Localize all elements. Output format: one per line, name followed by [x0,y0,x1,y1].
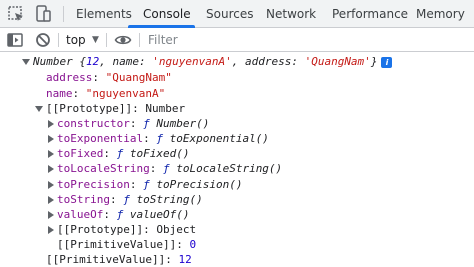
expand-triangle-icon[interactable] [48,135,54,143]
property-value: "QuangNam" [105,71,172,84]
summary-prefix: Number { [33,55,86,68]
expand-triangle-icon[interactable] [48,211,54,219]
toolbar-separator [106,33,107,47]
expand-triangle-icon[interactable] [48,181,54,189]
method-row[interactable]: valueOf: ƒ valueOf() [57,207,189,222]
function-glyph: ƒ [162,162,170,175]
summary-sep: , [99,55,113,68]
expand-triangle-icon[interactable] [48,196,54,204]
tab-memory[interactable]: Memory [416,0,465,28]
summary-colon: : [291,55,305,68]
chevron-down-icon[interactable]: ▼ [92,28,99,52]
eye-icon[interactable] [114,31,132,49]
expand-triangle-icon[interactable] [48,165,54,173]
toolbar-separator [139,33,140,47]
method-signature: toLocaleString() [176,162,283,175]
summary-key: address [244,55,292,68]
expand-triangle-icon[interactable] [48,150,54,158]
method-key: toExponential [57,132,144,145]
primitive-value: 12 [178,253,192,266]
filter-input[interactable]: Filter [148,30,348,50]
summary-colon: : [138,55,153,68]
summary-key: name [112,55,139,68]
context-selector[interactable]: top [66,28,86,52]
console-toolbar: top ▼ Filter [0,28,474,52]
method-signature: toFixed() [129,147,190,160]
summary-suffix: } [370,55,378,68]
primitive-value-row: [[PrimitiveValue]]: 0 [57,238,197,251]
expand-triangle-icon[interactable] [35,106,43,112]
sidebar-toggle-icon[interactable] [6,31,24,49]
method-row[interactable]: toExponential: ƒ toExponential() [57,131,269,146]
device-toolbar-icon[interactable] [33,4,53,24]
primitive-label: [[PrimitiveValue]] [57,238,177,251]
method-key: toLocaleString [57,162,150,175]
summary-string: 'QuangNam' [304,55,371,68]
method-key: toPrecision [57,178,130,191]
summary-string: 'nguyenvanA' [152,55,232,68]
tab-network[interactable]: Network [266,0,316,28]
prototype-row[interactable]: [[Prototype]]: Number [46,101,185,116]
property-row: address: "QuangNam" [46,71,172,84]
method-signature: valueOf() [129,208,190,221]
devtools-tab-bar: Elements Console Sources Network Perform… [0,0,474,28]
tab-sources[interactable]: Sources [206,0,253,28]
method-key: valueOf [57,208,104,221]
function-glyph: ƒ [143,178,150,191]
method-signature: toExponential() [169,132,269,145]
tab-elements[interactable]: Elements [76,0,132,28]
method-row[interactable]: constructor: ƒ Number() [57,116,209,131]
method-row[interactable]: toString: ƒ toString() [57,192,203,207]
expand-triangle-icon[interactable] [48,226,54,234]
prototype-value: Object [156,223,197,236]
function-glyph: ƒ [143,117,150,130]
function-glyph: ƒ [123,193,130,206]
property-row: name: "nguyenvanA" [46,87,166,100]
property-value: "nguyenvanA" [85,87,166,100]
primitive-label: [[PrimitiveValue]] [46,253,166,266]
method-key: toString [57,193,110,206]
method-key: constructor [57,117,130,130]
prototype-row[interactable]: [[Prototype]]: Object [57,222,196,237]
method-row[interactable]: toLocaleString: ƒ toLocaleString() [57,161,282,176]
prototype-value: Number [145,102,186,115]
info-icon[interactable]: i [381,56,393,68]
tab-console[interactable]: Console [143,0,191,28]
property-key: name [46,87,73,100]
primitive-value-row: [[PrimitiveValue]]: 12 [46,253,192,266]
expand-triangle-icon[interactable] [48,120,54,128]
method-signature: toPrecision() [156,178,243,191]
toolbar-separator [58,33,59,47]
method-key: toFixed [57,147,104,160]
prototype-label: [[Prototype]] [46,102,133,115]
property-key: address [46,71,93,84]
tab-separator [63,6,64,22]
function-glyph: ƒ [156,132,163,145]
tab-performance[interactable]: Performance [332,0,408,28]
object-summary[interactable]: Number {12, name: 'nguyenvanA', address:… [33,54,393,69]
method-row[interactable]: toPrecision: ƒ toPrecision() [57,177,242,192]
method-signature: toString() [136,193,203,206]
console-output: Number {12, name: 'nguyenvanA', address:… [0,53,474,267]
method-signature: Number() [156,117,210,130]
summary-value: 12 [85,55,100,68]
summary-sep: , [231,55,245,68]
clear-console-icon[interactable] [34,31,52,49]
method-row[interactable]: toFixed: ƒ toFixed() [57,146,189,161]
expand-triangle-icon[interactable] [22,59,30,65]
primitive-value: 0 [189,238,197,251]
inspect-element-icon[interactable] [6,4,26,24]
prototype-label: [[Prototype]] [57,223,144,236]
